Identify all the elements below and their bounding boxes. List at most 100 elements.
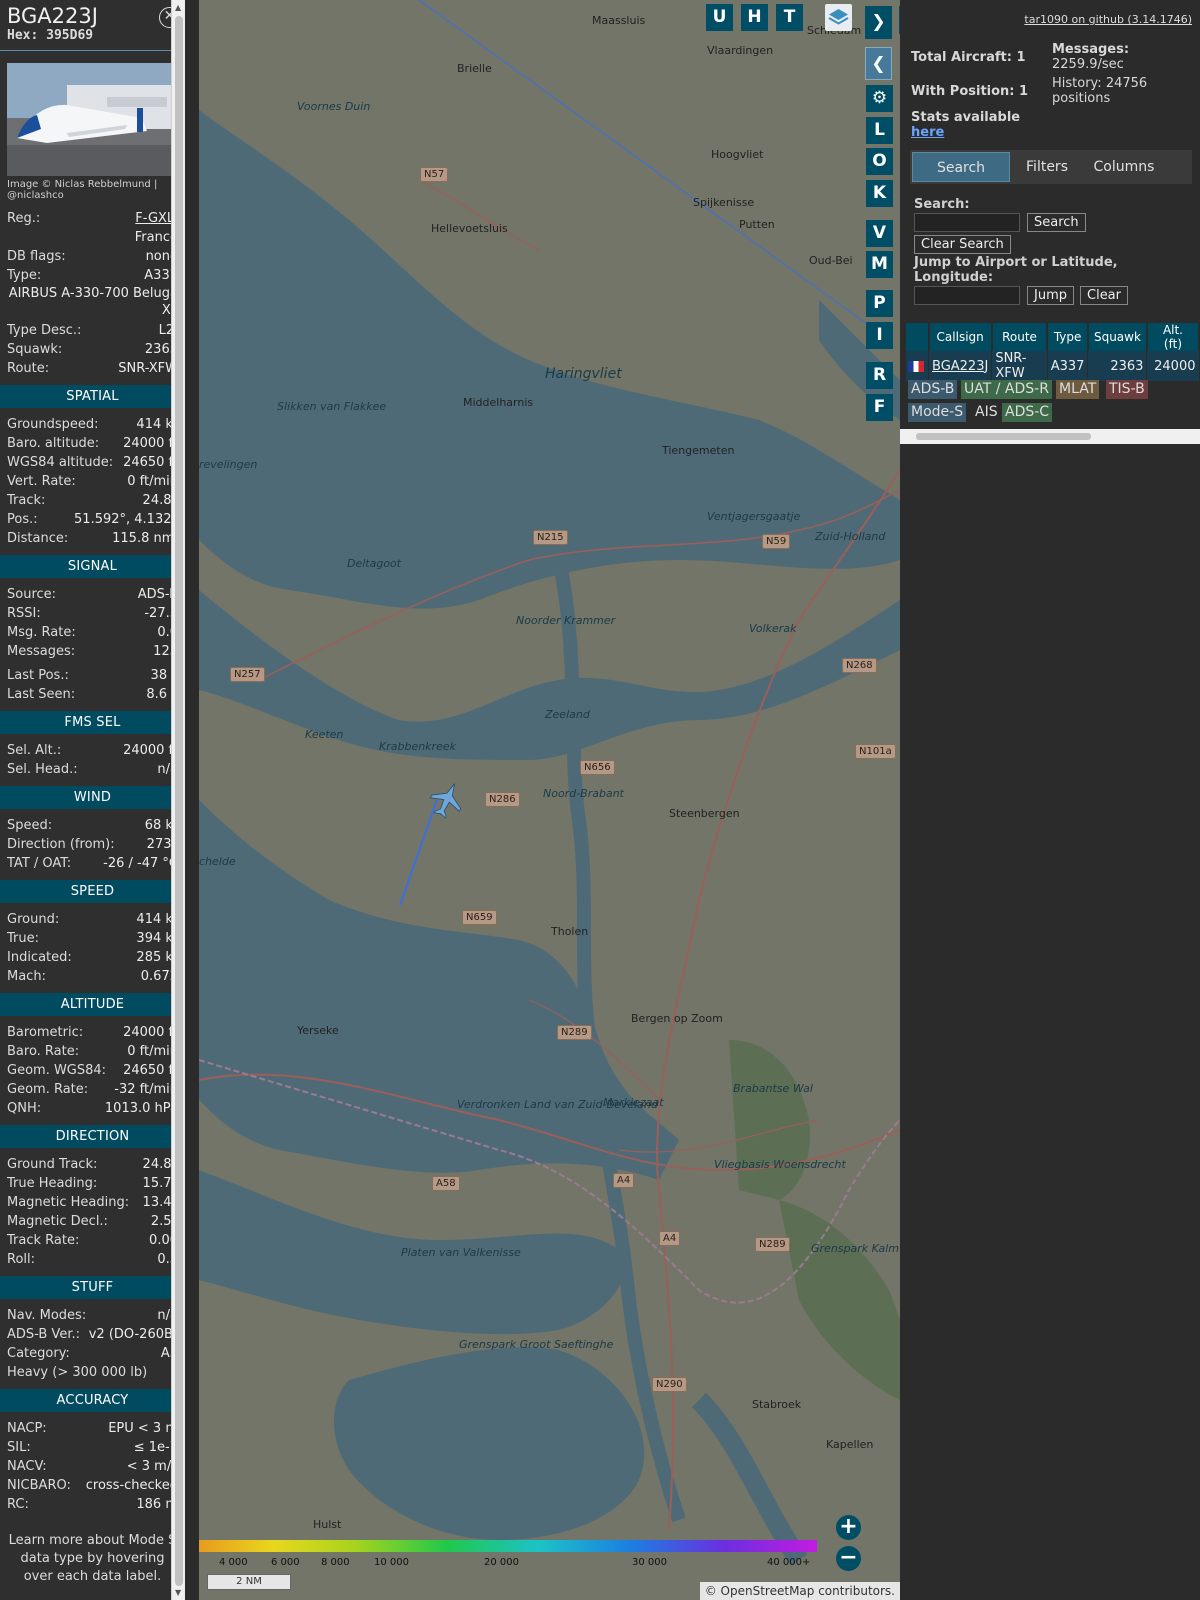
- info-row-label[interactable]: Ground:: [7, 910, 59, 929]
- map-button-i[interactable]: I: [866, 322, 893, 349]
- section-header-wind[interactable]: WIND: [0, 786, 185, 809]
- map-view[interactable]: MaassluisVlaardingenSchiedamBrielleHoogv…: [199, 0, 900, 1600]
- info-row-label[interactable]: Roll:: [7, 1250, 35, 1269]
- info-row-label[interactable]: Track Rate:: [7, 1231, 79, 1250]
- info-row-label[interactable]: Baro. Rate:: [7, 1042, 79, 1061]
- info-row-label[interactable]: SIL:: [7, 1438, 31, 1457]
- table-horizontal-scrollbar[interactable]: [900, 429, 1200, 444]
- info-row-label[interactable]: True Heading:: [7, 1174, 97, 1193]
- clear-search-button[interactable]: Clear Search: [914, 235, 1011, 254]
- info-row-label[interactable]: Barometric:: [7, 1023, 83, 1042]
- map-button-u[interactable]: U: [706, 4, 733, 31]
- map-button-l[interactable]: L: [866, 117, 893, 144]
- info-row-label[interactable]: Sel. Alt.:: [7, 741, 61, 760]
- section-header-altitude[interactable]: ALTITUDE: [0, 993, 185, 1016]
- expand-panel-icon[interactable]: ❯: [865, 6, 892, 39]
- header-altitude[interactable]: Alt. (ft): [1146, 323, 1200, 351]
- search-input[interactable]: [914, 213, 1020, 232]
- source-mlat[interactable]: MLAT: [1056, 380, 1100, 399]
- map-button-o[interactable]: O: [866, 148, 893, 175]
- table-row[interactable]: BGA223J SNR-XFW A337 2363 24000: [906, 351, 1200, 381]
- stats-link[interactable]: here: [911, 125, 944, 140]
- map-button-p[interactable]: P: [866, 290, 893, 317]
- settings-gear-icon[interactable]: ⚙: [866, 85, 893, 112]
- version-link[interactable]: tar1090 on github (3.14.1746): [1024, 13, 1192, 26]
- section-header-signal[interactable]: SIGNAL: [0, 555, 185, 578]
- zoom-out-button[interactable]: −: [836, 1546, 861, 1571]
- source-modes[interactable]: Mode-S: [908, 403, 967, 422]
- clear-button[interactable]: Clear: [1080, 286, 1128, 305]
- info-row-label[interactable]: TAT / OAT:: [7, 854, 71, 873]
- source-uat-adsr[interactable]: UAT / ADS-R: [961, 380, 1052, 399]
- info-row-label[interactable]: Speed:: [7, 816, 52, 835]
- info-row-label[interactable]: ADS-B Ver.:: [7, 1325, 80, 1344]
- info-row-label[interactable]: Distance:: [7, 529, 68, 548]
- zoom-in-button[interactable]: +: [836, 1515, 861, 1540]
- callsign-link[interactable]: BGA223J: [932, 359, 988, 374]
- section-header-accuracy[interactable]: ACCURACY: [0, 1389, 185, 1412]
- cell-callsign[interactable]: BGA223J: [928, 351, 993, 381]
- layers-icon[interactable]: [825, 4, 852, 31]
- info-row-label[interactable]: Nav. Modes:: [7, 1306, 86, 1325]
- info-row-label[interactable]: Msg. Rate:: [7, 623, 76, 642]
- info-row-label[interactable]: Indicated:: [7, 948, 72, 967]
- map-button-m[interactable]: M: [866, 251, 893, 278]
- info-row-label[interactable]: Heavy (> 300 000 lb): [7, 1363, 147, 1382]
- search-button[interactable]: Search: [1027, 213, 1086, 232]
- info-row-label[interactable]: Magnetic Decl.:: [7, 1212, 108, 1231]
- info-row-label[interactable]: RSSI:: [7, 604, 41, 623]
- tab-columns[interactable]: Columns: [1084, 152, 1164, 182]
- info-row-label[interactable]: Vert. Rate:: [7, 472, 76, 491]
- collapse-panel-icon[interactable]: ❮: [865, 47, 892, 80]
- info-row-label[interactable]: Sel. Head.:: [7, 760, 78, 779]
- header-route[interactable]: Route: [991, 323, 1049, 351]
- map-button-t[interactable]: T: [776, 4, 803, 31]
- map-attribution[interactable]: © OpenStreetMap contributors.: [699, 1582, 900, 1600]
- info-row-label[interactable]: Track:: [7, 491, 45, 510]
- info-row-label[interactable]: NACP:: [7, 1419, 47, 1438]
- tab-search[interactable]: Search: [912, 152, 1010, 182]
- map-button-f[interactable]: F: [866, 394, 893, 421]
- horizontal-scrollbar-thumb[interactable]: [916, 433, 1091, 440]
- map-button-h[interactable]: H: [741, 4, 768, 31]
- info-panel-scrollbar[interactable]: ▲ ▼: [171, 0, 185, 1600]
- jump-button[interactable]: Jump: [1027, 286, 1074, 305]
- section-header-speed[interactable]: SPEED: [0, 880, 185, 903]
- info-row-label[interactable]: Baro. altitude:: [7, 434, 99, 453]
- info-row-label[interactable]: Source:: [7, 585, 56, 604]
- info-row-label[interactable]: NICBARO:: [7, 1476, 71, 1495]
- info-row-label[interactable]: Last Pos.:: [7, 666, 69, 685]
- section-header-spatial[interactable]: SPATIAL: [0, 385, 185, 408]
- map-button-r[interactable]: R: [866, 362, 893, 389]
- info-row-label[interactable]: Pos.:: [7, 510, 38, 529]
- section-header-direction[interactable]: DIRECTION: [0, 1125, 185, 1148]
- info-row-label[interactable]: True:: [7, 929, 39, 948]
- source-tisb[interactable]: TIS-B: [1106, 380, 1148, 399]
- header-type[interactable]: Type: [1047, 323, 1089, 351]
- info-row-label[interactable]: NACV:: [7, 1457, 47, 1476]
- header-squawk[interactable]: Squawk: [1087, 323, 1148, 351]
- scrollbar-thumb[interactable]: [175, 16, 183, 1586]
- aircraft-photo[interactable]: [7, 63, 178, 176]
- source-adsc[interactable]: ADS-C: [1002, 403, 1053, 422]
- source-adsb[interactable]: ADS-B: [908, 380, 958, 399]
- info-row-label[interactable]: Ground Track:: [7, 1155, 97, 1174]
- scroll-up-icon[interactable]: ▲: [175, 3, 181, 12]
- info-row-label[interactable]: Direction (from):: [7, 835, 115, 854]
- map-button-k[interactable]: K: [866, 180, 893, 207]
- info-row-label[interactable]: WGS84 altitude:: [7, 453, 113, 472]
- header-callsign[interactable]: Callsign: [928, 323, 993, 351]
- info-row-label[interactable]: RC:: [7, 1495, 29, 1514]
- info-row-label[interactable]: Category:: [7, 1344, 70, 1363]
- section-header-stuff[interactable]: STUFF: [0, 1276, 185, 1299]
- tab-filters[interactable]: Filters: [1014, 152, 1080, 182]
- scroll-down-icon[interactable]: ▼: [175, 1588, 181, 1597]
- info-row-label[interactable]: Mach:: [7, 967, 46, 986]
- info-row-label[interactable]: Groundspeed:: [7, 415, 98, 434]
- map-button-v[interactable]: V: [866, 220, 893, 247]
- info-row-label[interactable]: Geom. WGS84:: [7, 1061, 106, 1080]
- info-row-label[interactable]: Magnetic Heading:: [7, 1193, 129, 1212]
- info-row-label[interactable]: Geom. Rate:: [7, 1080, 88, 1099]
- info-row-label[interactable]: Messages:: [7, 642, 75, 661]
- section-header-fms-sel[interactable]: FMS SEL: [0, 711, 185, 734]
